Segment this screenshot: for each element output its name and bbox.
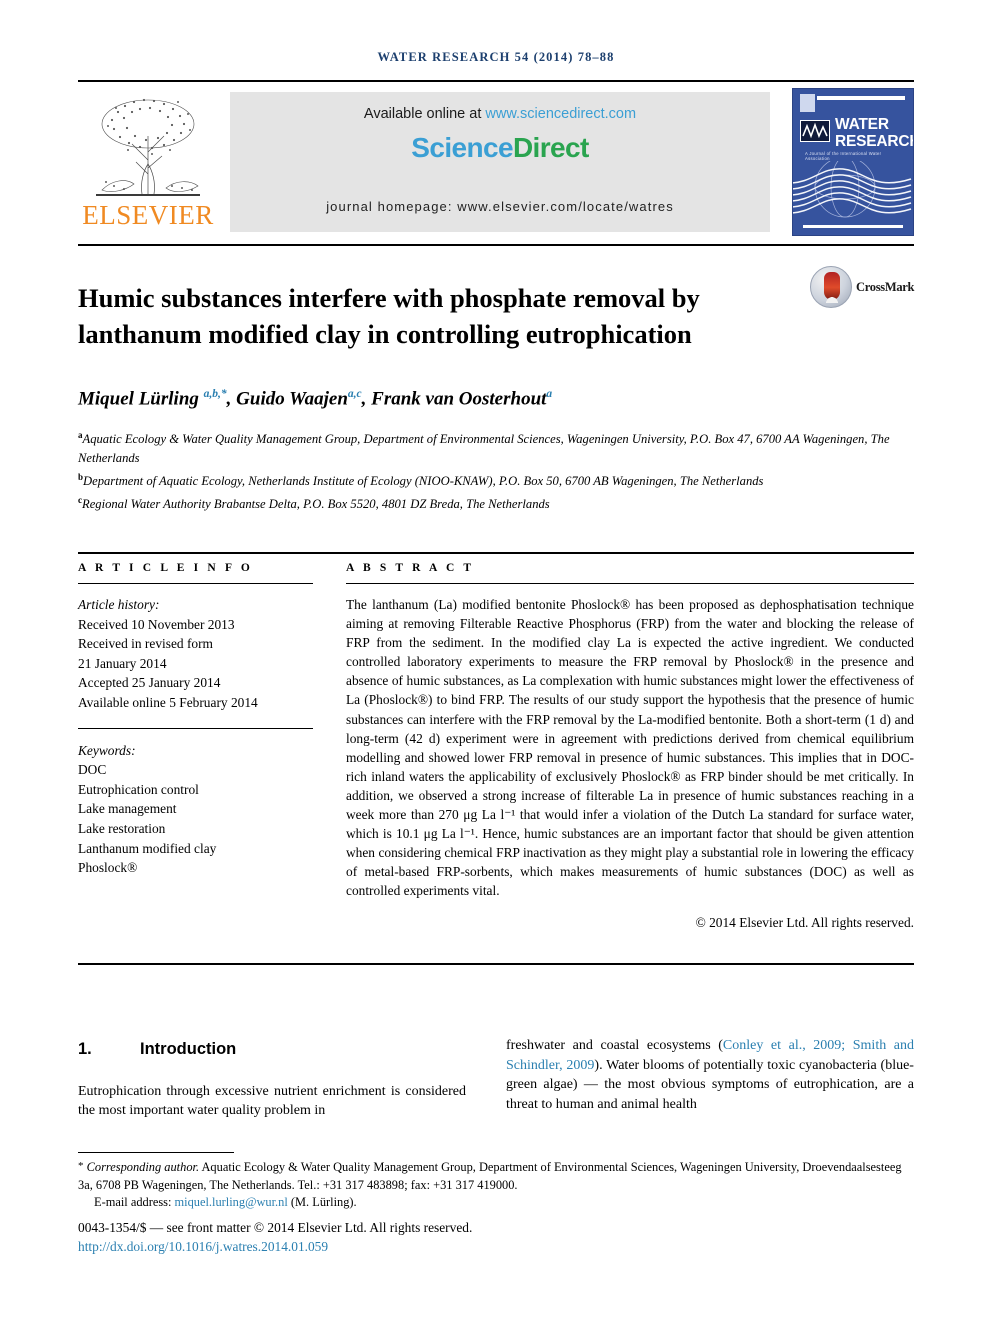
sciencedirect-wordmark-science: Science <box>411 132 513 163</box>
affiliation-item: bDepartment of Aquatic Ecology, Netherla… <box>78 468 908 491</box>
footnote-star-marker: * <box>78 1160 84 1172</box>
email-label: E-mail address: <box>94 1195 175 1210</box>
page-title: Humic substances interfere with phosphat… <box>78 282 700 349</box>
author-list: Miquel Lürling a,b,*, Guido Waajena,c, F… <box>78 388 553 410</box>
masthead-top-rule <box>78 80 914 82</box>
article-history-item: 21 January 2014 <box>78 655 167 671</box>
journal-homepage-line[interactable]: journal homepage: www.elsevier.com/locat… <box>230 199 770 214</box>
abstract-heading: A B S T R A C T <box>346 562 475 574</box>
corresponding-author-label: Corresponding author. <box>86 1160 200 1174</box>
affiliation-item: aAquatic Ecology & Water Quality Managem… <box>78 426 908 468</box>
introduction-right-column: freshwater and coastal ecosystems (Conle… <box>506 1036 914 1114</box>
abstract-copyright: © 2014 Elsevier Ltd. All rights reserved… <box>695 914 914 930</box>
publisher-mark-icon <box>800 94 815 112</box>
affiliation-text: Department of Aquatic Ecology, Netherlan… <box>83 473 764 488</box>
keywords-label: Keywords: <box>78 742 136 758</box>
corresponding-author-footnote: * Corresponding author. Aquatic Ecology … <box>78 1158 914 1212</box>
affiliation-item: cRegional Water Authority Brabantse Delt… <box>78 491 908 514</box>
article-history-block: Article history: Received 10 November 20… <box>78 595 313 713</box>
cover-bottom-rule <box>803 225 903 228</box>
keyword-item: Lake management <box>78 801 177 817</box>
sciencedirect-url[interactable]: www.sciencedirect.com <box>485 106 636 122</box>
article-history-label: Article history: <box>78 597 160 612</box>
keywords-block: Keywords: DOC Eutrophication control Lak… <box>78 741 313 878</box>
article-info-heading: A R T I C L E I N F O <box>78 562 253 574</box>
issn-copyright-line: 0043-1354/$ — see front matter © 2014 El… <box>78 1220 473 1235</box>
keyword-item: DOC <box>78 762 107 778</box>
crossmark-label: CrossMark <box>856 280 915 294</box>
introduction-section-number: 1. <box>78 1040 92 1058</box>
elsevier-wordmark: ELSEVIER <box>82 200 214 230</box>
masthead-bottom-rule <box>78 244 914 246</box>
article-history-item: Accepted 25 January 2014 <box>78 675 221 691</box>
elsevier-logo: ELSEVIER <box>78 88 218 236</box>
sciencedirect-wordmark-direct: Direct <box>512 132 589 163</box>
affiliation-text: Aquatic Ecology & Water Quality Manageme… <box>78 432 890 465</box>
info-section-top-rule <box>78 552 914 554</box>
elsevier-tree-icon <box>82 90 214 202</box>
sciencedirect-banner: Available online at www.sciencedirect.co… <box>230 92 770 232</box>
keyword-item: Lanthanum modified clay <box>78 840 217 856</box>
affiliation-text: Regional Water Authority Brabantse Delta… <box>82 496 550 511</box>
sciencedirect-wordmark: ScienceDirect <box>230 132 770 164</box>
introduction-left-column: 1. Introduction Eutrophication through ex… <box>78 1040 466 1121</box>
available-online-line: Available online at www.sciencedirect.co… <box>230 106 770 122</box>
introduction-text-before-citation: freshwater and coastal ecosystems ( <box>506 1038 723 1053</box>
keyword-item: Lake restoration <box>78 820 166 836</box>
introduction-section-title: Introduction <box>140 1040 237 1058</box>
keyword-item: Phoslock® <box>78 860 138 876</box>
crossmark-icon <box>810 266 852 308</box>
masthead: ELSEVIER Available online at www.science… <box>78 88 914 236</box>
email-link[interactable]: miquel.lurling@wur.nl <box>175 1195 288 1209</box>
introduction-paragraph: Eutrophication through excessive nutrien… <box>78 1083 466 1119</box>
abstract-divider <box>346 583 914 584</box>
footnote-rule <box>78 1152 234 1153</box>
available-online-prefix: Available online at <box>363 106 486 122</box>
running-head: WATER RESEARCH 54 (2014) 78–88 <box>377 50 615 64</box>
crossmark-icon-notch <box>824 295 840 303</box>
cover-title-line1: WATER <box>835 116 889 133</box>
keyword-item: Eutrophication control <box>78 781 199 797</box>
crossmark-badge[interactable]: CrossMark <box>810 266 920 310</box>
cover-title-line2: RESEARCH <box>835 133 914 150</box>
journal-cover-image: WATER RESEARCH A Journal of the Internat… <box>792 88 914 236</box>
cover-journal-title: WATER RESEARCH <box>835 116 914 150</box>
article-first-page: WATER RESEARCH 54 (2014) 78–88 ELSEVIER … <box>0 0 992 1323</box>
cover-subtitle: A Journal of the International Water Ass… <box>805 151 882 161</box>
article-info-divider <box>78 583 313 584</box>
article-history-item: Received in revised form <box>78 636 213 652</box>
article-history-item: Available online 5 February 2014 <box>78 694 258 710</box>
iwa-logo-icon <box>800 120 830 142</box>
imprint-block: 0043-1354/$ — see front matter © 2014 El… <box>78 1218 914 1256</box>
abstract-column: A B S T R A C T The lanthanum (La) modif… <box>346 562 914 931</box>
affiliation-list: aAquatic Ecology & Water Quality Managem… <box>78 426 908 514</box>
info-section-bottom-rule <box>78 963 914 965</box>
cover-wave-graphic <box>793 161 912 218</box>
email-suffix: (M. Lürling). <box>287 1195 357 1210</box>
doi-link[interactable]: http://dx.doi.org/10.1016/j.watres.2014.… <box>78 1237 914 1256</box>
article-history-item: Received 10 November 2013 <box>78 616 235 632</box>
abstract-text: The lanthanum (La) modified bentonite Ph… <box>346 597 914 899</box>
footnote-email-line: E-mail address: miquel.lurling@wur.nl (M… <box>94 1194 914 1212</box>
introduction-heading: 1. Introduction <box>78 1040 466 1060</box>
footnote-line: * Corresponding author. Aquatic Ecology … <box>78 1158 914 1194</box>
corresponding-author-address: Aquatic Ecology & Water Quality Manageme… <box>78 1160 902 1192</box>
article-info-column: A R T I C L E I N F O Article history: R… <box>78 562 313 878</box>
keywords-divider <box>78 727 313 729</box>
cover-top-rule <box>817 96 905 100</box>
